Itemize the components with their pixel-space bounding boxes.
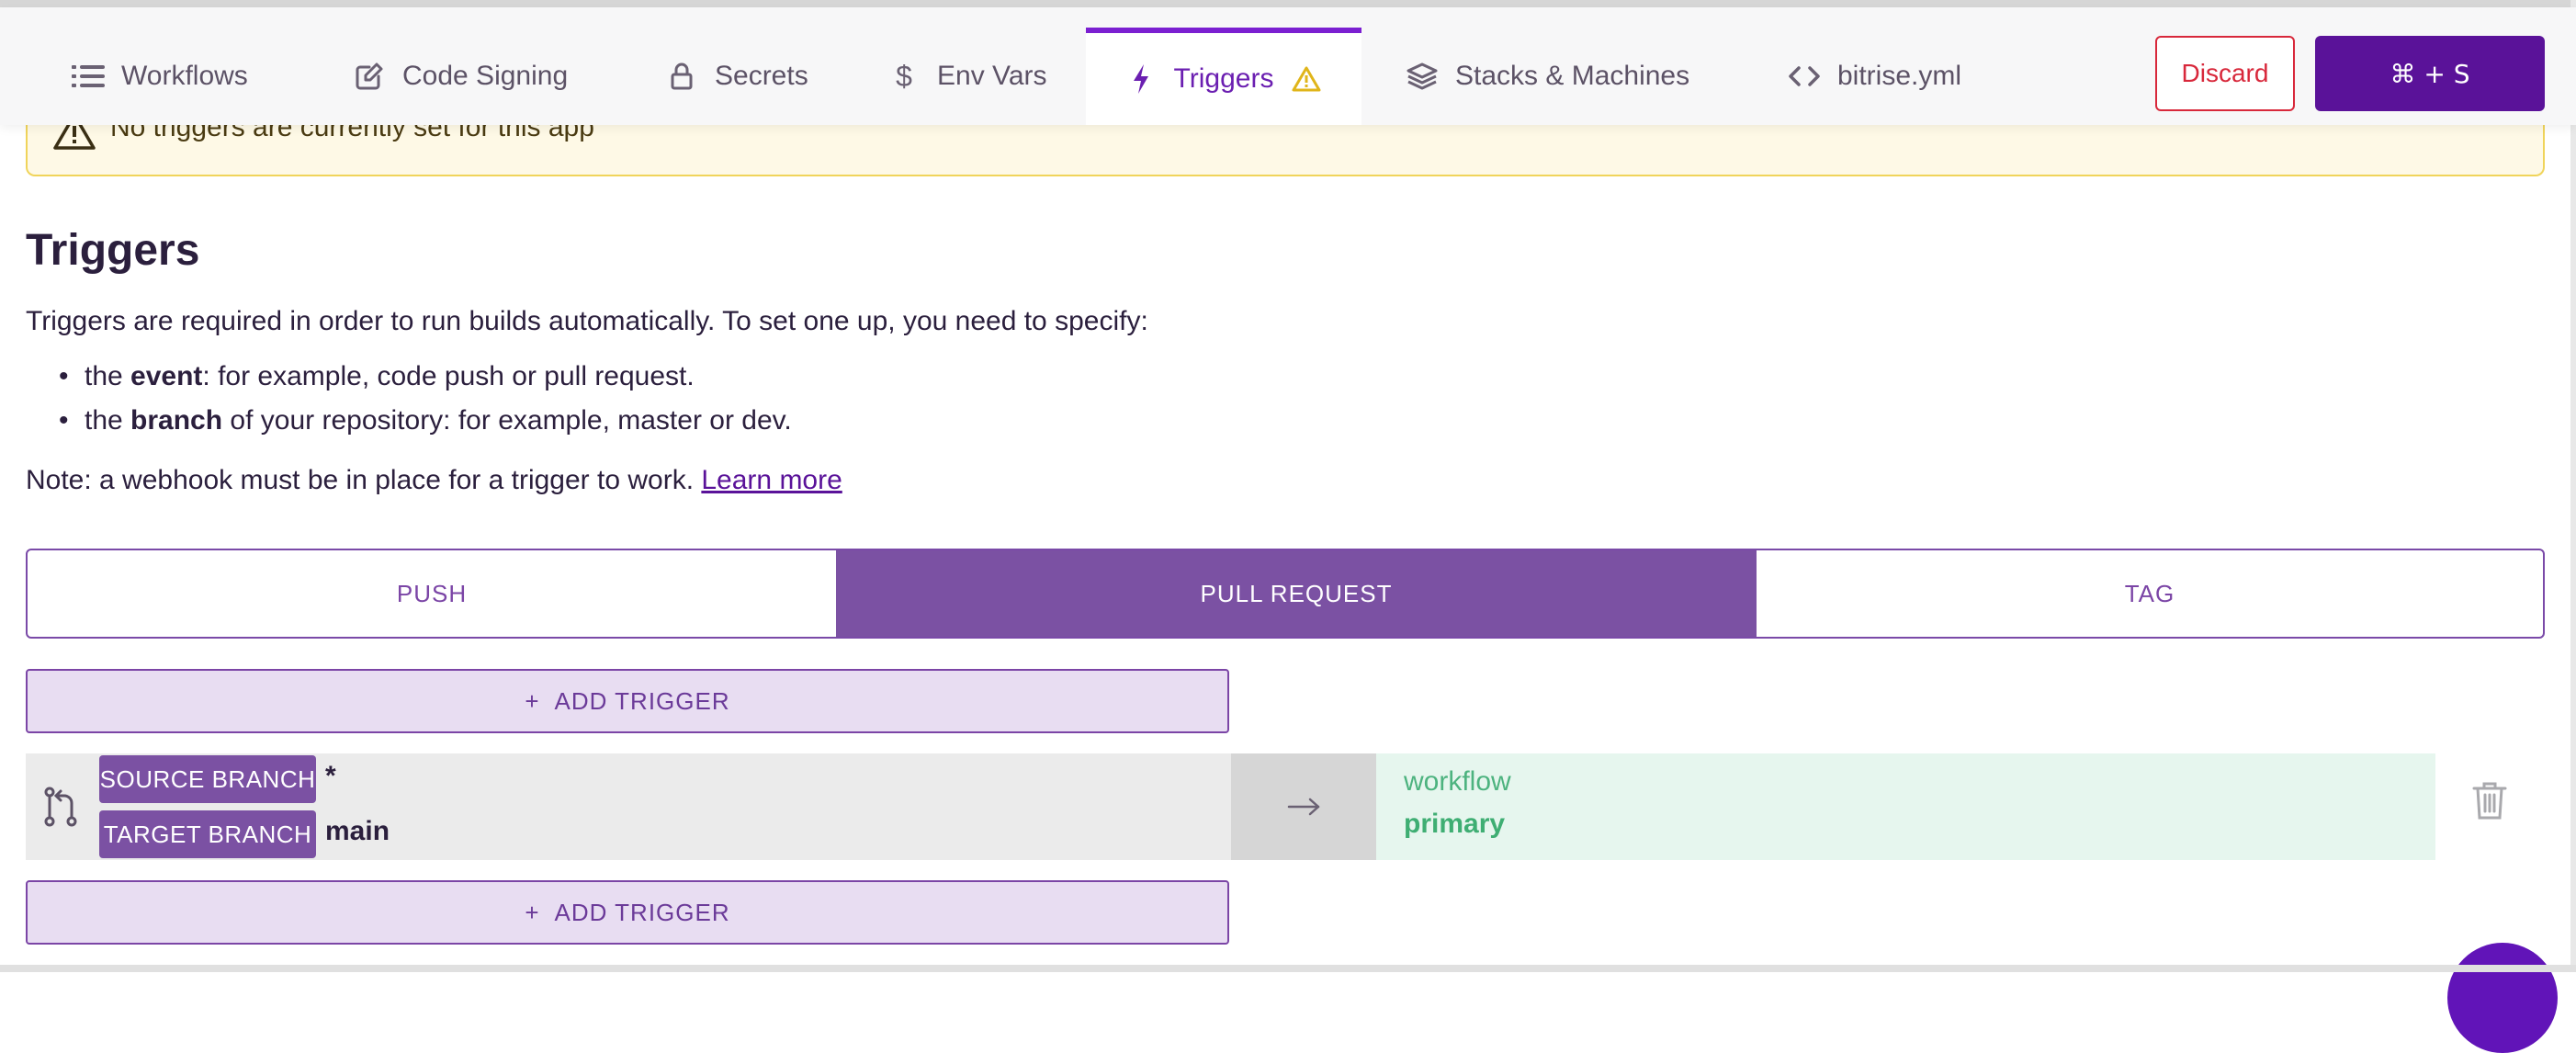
tab-label: Env Vars [937,61,1047,91]
dollar-icon: $ [896,59,912,93]
tab-label: Stacks & Machines [1455,61,1690,91]
tab-code-signing[interactable]: Code Signing [353,28,568,125]
plus-icon: + [525,898,540,926]
list-item: the branch of your repository: for examp… [26,405,792,449]
tab-label: bitrise.yml [1837,61,1962,91]
edit-icon [353,60,386,93]
target-branch-value: main [325,816,390,846]
window-edge [0,965,2576,972]
bolt-icon [1124,62,1158,96]
learn-more-link[interactable]: Learn more [701,465,842,495]
pull-request-branch-icon [42,785,81,829]
tab-label: Code Signing [402,61,569,91]
tab-triggers[interactable]: Triggers [1086,28,1361,125]
list-icon [72,60,105,93]
trigger-row[interactable]: SOURCE BRANCH * TARGET BRANCH main workf… [26,753,2435,860]
tab-label: Secrets [715,61,808,91]
trigger-type-switch: PUSH PULL REQUEST TAG [26,549,2545,639]
workflow-target: workflow primary [1376,753,2435,860]
tab-secrets[interactable]: Secrets [665,28,808,125]
list-item: the event: for example, code push or pul… [26,361,792,405]
intro-text: Triggers are required in order to run bu… [26,306,1148,336]
source-branch-value: * [325,761,336,791]
window-edge [2570,0,2576,972]
layers-icon [1406,60,1439,93]
tab-label: Triggers [1173,63,1274,94]
add-trigger-label: ADD TRIGGER [554,686,730,715]
plus-icon: + [525,686,540,715]
code-icon [1788,60,1821,93]
add-trigger-label: ADD TRIGGER [554,898,730,926]
top-nav: Workflows Code Signing Secrets $ Env Var… [0,7,2576,125]
trigger-conditions: SOURCE BRANCH * TARGET BRANCH main [26,753,1231,860]
requirements-list: the event: for example, code push or pul… [26,361,792,449]
tag-tab[interactable]: TAG [1757,550,2543,637]
tab-env-vars[interactable]: $ Env Vars [887,28,1047,125]
workflow-label: workflow [1404,766,1511,797]
push-tab[interactable]: PUSH [28,550,836,637]
warning-icon [1290,62,1323,96]
source-branch-label: SOURCE BRANCH [99,755,316,803]
tab-label: Workflows [121,61,248,91]
discard-button[interactable]: Discard [2155,36,2295,111]
tab-stacks-machines[interactable]: Stacks & Machines [1406,28,1689,125]
lock-icon [665,60,698,93]
page-title: Triggers [26,226,200,275]
tab-workflows[interactable]: Workflows [72,28,248,125]
support-chat-button[interactable] [2447,943,2558,1053]
tab-bitrise-yml[interactable]: bitrise.yml [1788,28,1961,125]
webhook-note: Note: a webhook must be in place for a t… [26,465,842,495]
target-branch-label: TARGET BRANCH [99,810,316,858]
add-trigger-button[interactable]: + ADD TRIGGER [26,669,1229,733]
add-trigger-button[interactable]: + ADD TRIGGER [26,880,1229,945]
trash-icon[interactable] [2471,779,2508,821]
pull-request-tab[interactable]: PULL REQUEST [836,550,1757,637]
save-button[interactable]: ⌘ + S [2315,36,2545,111]
arrow-right-icon [1231,753,1376,860]
workflow-name: primary [1404,809,1506,839]
